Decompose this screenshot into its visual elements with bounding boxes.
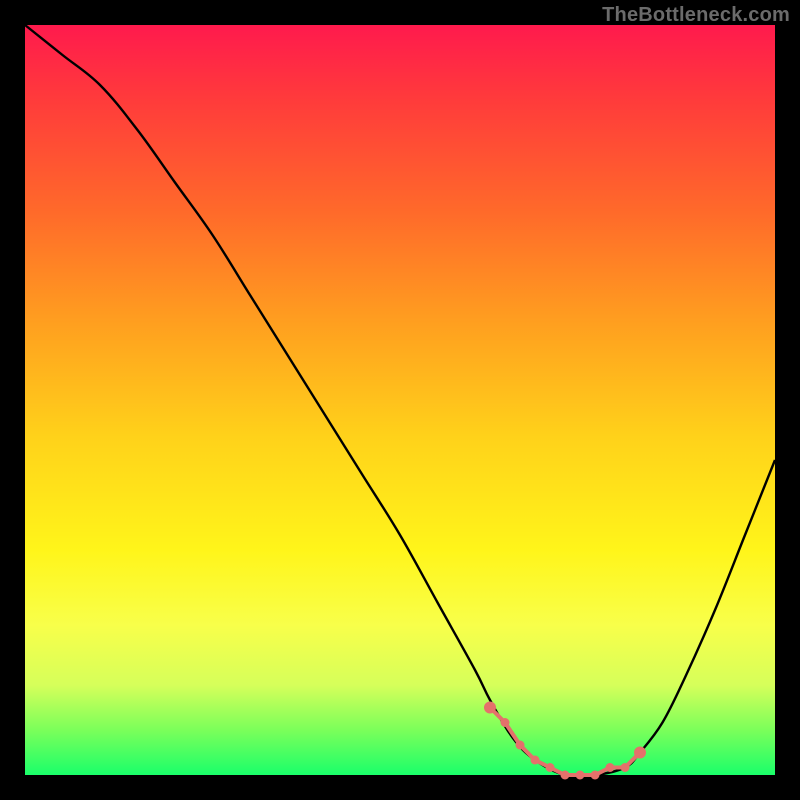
chart-plot-area [25,25,775,775]
optimal-zone-connector [490,708,640,776]
bottleneck-curve-path [25,25,775,777]
watermark-text: TheBottleneck.com [602,4,790,27]
chart-frame: TheBottleneck.com [0,0,800,800]
chart-svg [25,25,775,775]
